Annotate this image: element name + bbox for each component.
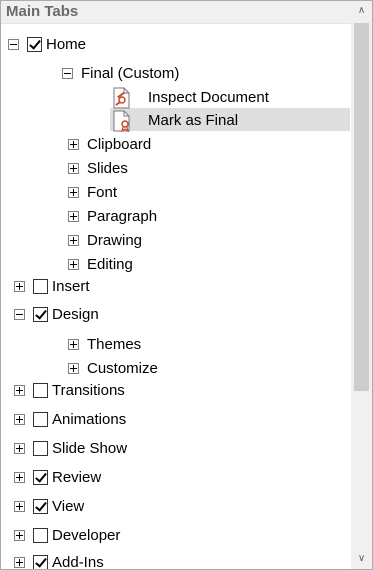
tree-item-label: Animations xyxy=(52,411,127,428)
tree-item-label: Themes xyxy=(87,336,142,353)
expand-icon[interactable] xyxy=(14,472,25,483)
tree-item-label: Editing xyxy=(87,256,133,273)
tree-item-font[interactable]: Font xyxy=(68,181,117,204)
expand-icon[interactable] xyxy=(14,385,25,396)
developer-checkbox[interactable] xyxy=(33,528,48,543)
expand-icon[interactable] xyxy=(14,281,25,292)
expand-icon[interactable] xyxy=(14,443,25,454)
tree-item-drawing[interactable]: Drawing xyxy=(68,229,142,252)
expand-icon[interactable] xyxy=(14,501,25,512)
inspect-document-icon xyxy=(113,87,130,108)
animations-checkbox[interactable] xyxy=(33,412,48,427)
expand-icon[interactable] xyxy=(68,235,79,246)
tree-item-label: Inspect Document xyxy=(148,89,269,106)
expand-icon[interactable] xyxy=(14,414,25,425)
add-ins-checkbox[interactable] xyxy=(33,555,48,569)
expand-icon[interactable] xyxy=(68,139,79,150)
tree-item-final-custom[interactable]: Final (Custom) xyxy=(62,62,179,85)
tree-item-themes[interactable]: Themes xyxy=(68,333,141,356)
collapse-icon[interactable] xyxy=(8,39,19,50)
expand-icon[interactable] xyxy=(14,557,25,568)
tree-item-label: Transitions xyxy=(52,382,125,399)
tree-item-developer[interactable]: Developer xyxy=(14,524,120,547)
review-checkbox[interactable] xyxy=(33,470,48,485)
tree-item-label: Mark as Final xyxy=(148,112,239,129)
tree-item-add-ins[interactable]: Add-Ins xyxy=(14,551,104,570)
tree-item-view[interactable]: View xyxy=(14,495,84,518)
tree-item-animations[interactable]: Animations xyxy=(14,408,126,431)
tree-item-slides[interactable]: Slides xyxy=(68,157,128,180)
tree-item-slide-show[interactable]: Slide Show xyxy=(14,437,127,460)
expand-icon[interactable] xyxy=(68,259,79,270)
tree-item-clipboard[interactable]: Clipboard xyxy=(68,133,151,156)
customize-ribbon-tree: Main Tabs Home Final (Custom) Inspect Do… xyxy=(0,0,373,570)
tree-item-label: Review xyxy=(52,469,102,486)
slide-show-checkbox[interactable] xyxy=(33,441,48,456)
tree-item-label: Drawing xyxy=(87,232,143,249)
expand-icon[interactable] xyxy=(68,339,79,350)
tree-item-label: Slide Show xyxy=(52,440,128,457)
mark-as-final-icon xyxy=(113,110,130,132)
tree-item-design[interactable]: Design xyxy=(14,303,99,326)
scroll-up-arrow-icon[interactable]: ∧ xyxy=(351,1,372,21)
tree-item-label: Slides xyxy=(87,160,128,177)
tree-item-home[interactable]: Home xyxy=(8,33,86,56)
scrollbar-thumb[interactable] xyxy=(354,23,369,391)
vertical-scrollbar[interactable]: ∧ ∨ xyxy=(351,1,372,569)
tree-item-label: Paragraph xyxy=(87,208,158,225)
tree-item-label: Final (Custom) xyxy=(81,65,180,82)
insert-checkbox[interactable] xyxy=(33,279,48,294)
tree-item-review[interactable]: Review xyxy=(14,466,101,489)
view-checkbox[interactable] xyxy=(33,499,48,514)
expand-icon[interactable] xyxy=(68,363,79,374)
tree-item-label: View xyxy=(52,498,85,515)
tree-item-label: Insert xyxy=(52,278,90,295)
tree-item-editing[interactable]: Editing xyxy=(68,253,133,276)
tree-item-label: Developer xyxy=(52,527,121,544)
tree-item-paragraph[interactable]: Paragraph xyxy=(68,205,157,228)
home-checkbox[interactable] xyxy=(27,37,42,52)
main-tabs-title: Main Tabs xyxy=(6,3,79,20)
tree-item-label: Font xyxy=(87,184,118,201)
tree-item-transitions[interactable]: Transitions xyxy=(14,379,125,402)
tree-item-label: Design xyxy=(52,306,99,323)
design-checkbox[interactable] xyxy=(33,307,48,322)
expand-icon[interactable] xyxy=(68,211,79,222)
scroll-down-arrow-icon[interactable]: ∨ xyxy=(351,549,372,569)
tree-item-label: Home xyxy=(46,36,87,53)
expand-icon[interactable] xyxy=(14,530,25,541)
tree-item-customize[interactable]: Customize xyxy=(68,357,158,380)
tree-item-label: Customize xyxy=(87,360,158,377)
expand-icon[interactable] xyxy=(68,187,79,198)
transitions-checkbox[interactable] xyxy=(33,383,48,398)
collapse-icon[interactable] xyxy=(14,309,25,320)
tree-item-label: Clipboard xyxy=(87,136,152,153)
expand-icon[interactable] xyxy=(68,163,79,174)
tree-item-mark-as-final[interactable]: Mark as Final xyxy=(112,109,238,132)
tree-item-label: Add-Ins xyxy=(52,554,104,570)
tree-item-inspect-document[interactable]: Inspect Document xyxy=(112,86,269,109)
collapse-icon[interactable] xyxy=(62,68,73,79)
tree-item-insert[interactable]: Insert xyxy=(14,275,90,298)
tree-header: Main Tabs xyxy=(1,1,351,24)
